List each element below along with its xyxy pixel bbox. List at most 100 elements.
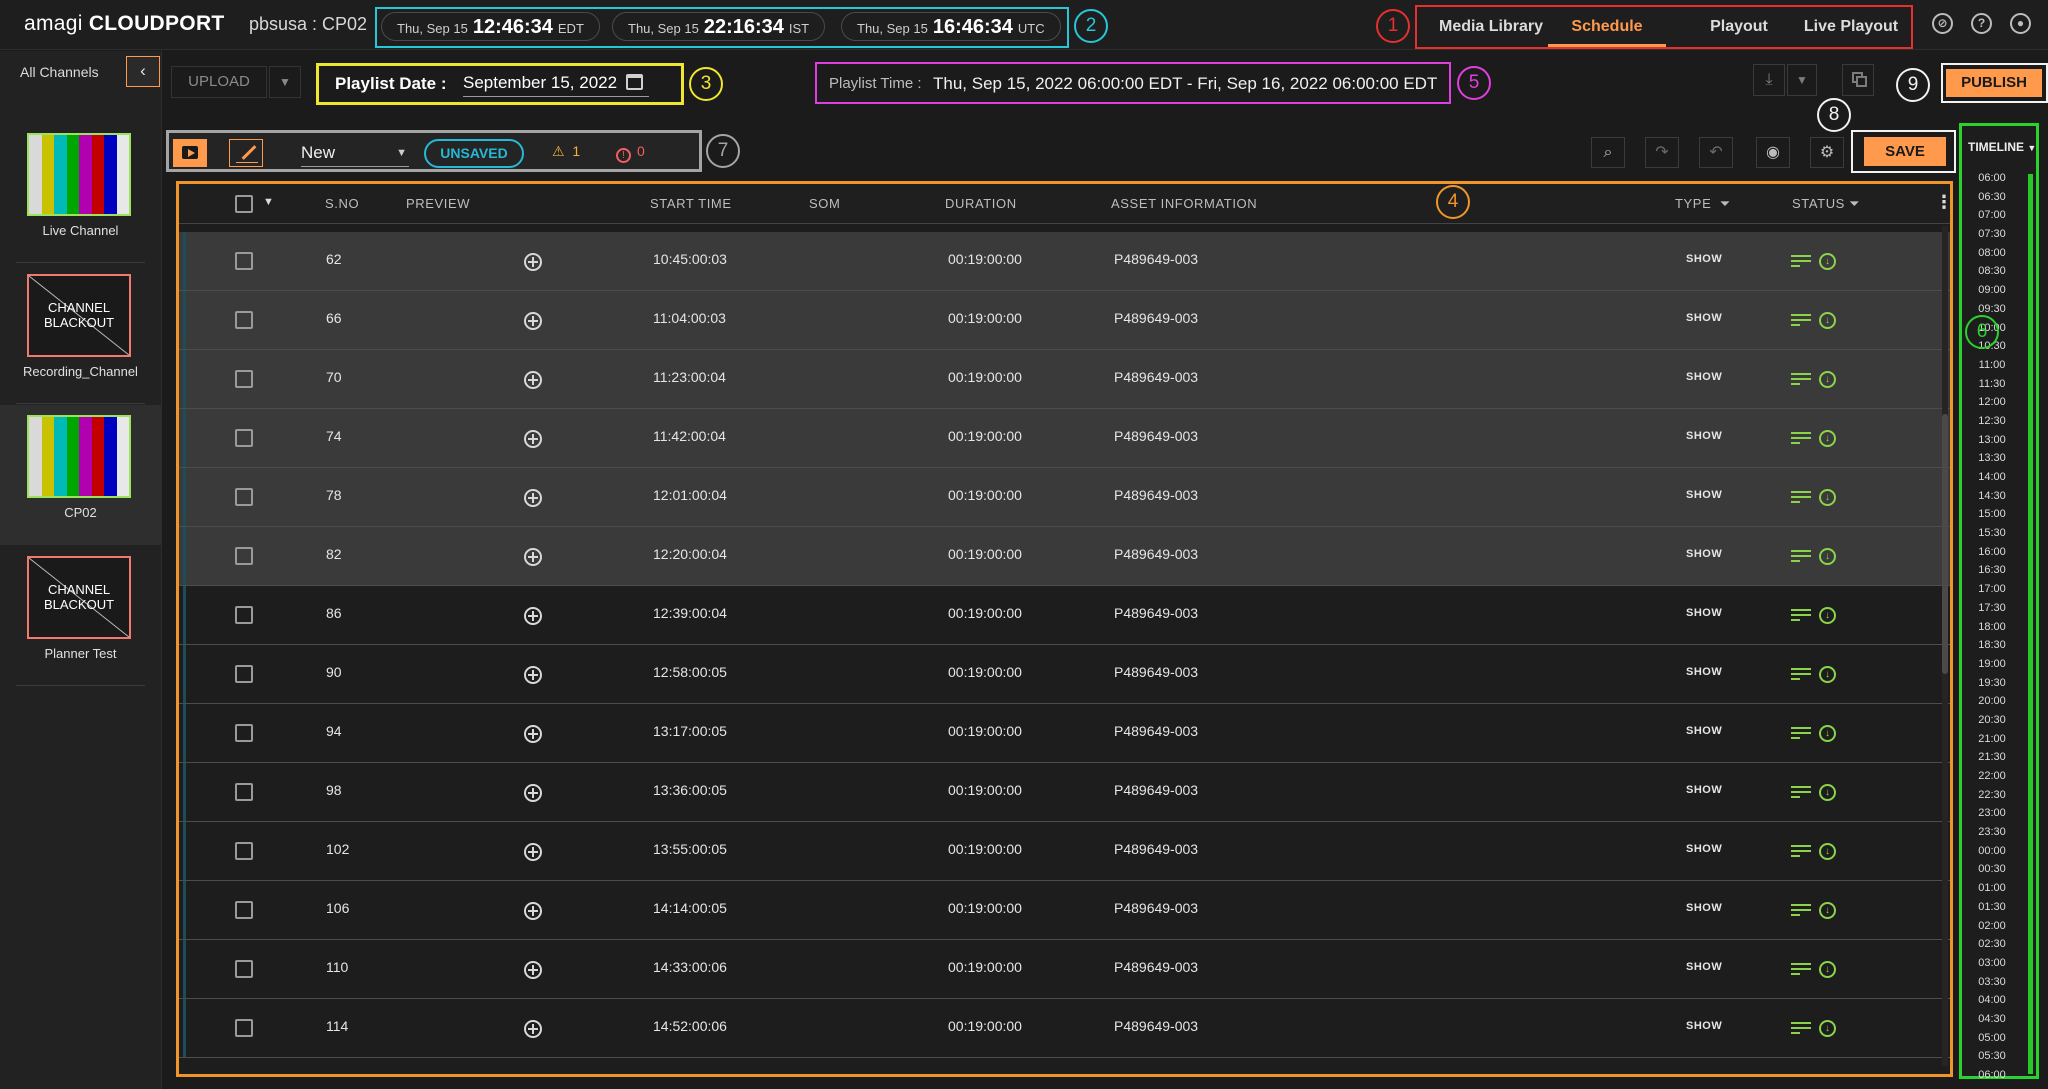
add-icon[interactable] [524, 843, 542, 861]
timeline-tick[interactable]: 16:30 [1962, 561, 2022, 580]
timeline-tick[interactable]: 13:30 [1962, 449, 2022, 468]
upload-dropdown-button[interactable]: ▼ [269, 66, 301, 98]
playlist-status-icon[interactable] [1791, 314, 1811, 328]
timeline-tick[interactable]: 22:00 [1962, 767, 2022, 786]
row-checkbox[interactable] [235, 488, 253, 506]
undo-button[interactable]: ↶ [1699, 137, 1733, 168]
notifications-off-icon[interactable]: ⊘ [1932, 13, 1953, 34]
account-icon[interactable]: ● [2010, 13, 2031, 34]
table-row[interactable]: 110 14:33:00:06 00:19:00:00 P489649-003 SHOW… [179, 940, 1950, 999]
playlist-status-icon[interactable] [1791, 255, 1811, 269]
calendar-icon[interactable] [626, 74, 643, 90]
row-checkbox[interactable] [235, 311, 253, 329]
row-checkbox[interactable] [235, 842, 253, 860]
timeline-tick[interactable]: 06:30 [1962, 188, 2022, 207]
table-row[interactable]: 82 12:20:00:04 00:19:00:00 P489649-003 SHOW ↓ [179, 527, 1950, 586]
timeline-tick[interactable]: 02:00 [1962, 917, 2022, 936]
timeline-tick[interactable]: 11:30 [1962, 375, 2022, 394]
downloaded-status-icon[interactable]: ↓ [1819, 607, 1836, 624]
timeline-tick[interactable]: 06:00 [1962, 169, 2022, 188]
app-logo[interactable]: amagi CLOUDPORT [24, 12, 225, 36]
playlist-status-icon[interactable] [1791, 904, 1811, 918]
playlist-status-icon[interactable] [1791, 845, 1811, 859]
table-row[interactable]: 94 13:17:00:05 00:19:00:00 P489649-003 SHOW ↓ [179, 704, 1950, 763]
timeline-title[interactable]: TIMELINE ▼ [1968, 140, 2036, 154]
timeline-tick[interactable]: 12:00 [1962, 393, 2022, 412]
playlist-status-icon[interactable] [1791, 609, 1811, 623]
add-icon[interactable] [524, 371, 542, 389]
add-icon[interactable] [524, 1020, 542, 1038]
row-checkbox[interactable] [235, 1019, 253, 1037]
add-icon[interactable] [524, 902, 542, 920]
timeline-tick[interactable]: 19:00 [1962, 655, 2022, 674]
timeline-tick[interactable]: 14:00 [1962, 468, 2022, 487]
timeline-tick[interactable]: 03:30 [1962, 973, 2022, 992]
table-row[interactable]: 114 14:52:00:06 00:19:00:00 P489649-003 SHOW… [179, 999, 1950, 1058]
channel-item-recording-channel[interactable]: CHANNEL BLACKOUT Recording_Channel [0, 264, 161, 404]
publish-button[interactable]: PUBLISH [1946, 69, 2042, 97]
table-row[interactable]: 74 11:42:00:04 00:19:00:00 P489649-003 SHOW ↓ [179, 409, 1950, 468]
downloaded-status-icon[interactable]: ↓ [1819, 371, 1836, 388]
add-icon[interactable] [524, 607, 542, 625]
col-sno[interactable]: S.NO [325, 196, 359, 211]
downloaded-status-icon[interactable]: ↓ [1819, 725, 1836, 742]
row-checkbox[interactable] [235, 606, 253, 624]
downloaded-status-icon[interactable]: ↓ [1819, 430, 1836, 447]
downloaded-status-icon[interactable]: ↓ [1819, 666, 1836, 683]
playlist-status-icon[interactable] [1791, 1022, 1811, 1036]
table-row[interactable]: 66 11:04:00:03 00:19:00:00 P489649-003 SHOW ↓ [179, 291, 1950, 350]
timeline-tick[interactable]: 22:30 [1962, 786, 2022, 805]
timeline-tick[interactable]: 01:00 [1962, 879, 2022, 898]
timeline-tick[interactable]: 16:00 [1962, 543, 2022, 562]
add-icon[interactable] [524, 489, 542, 507]
downloaded-status-icon[interactable]: ↓ [1819, 902, 1836, 919]
help-icon[interactable]: ? [1971, 13, 1992, 34]
col-status[interactable]: STATUS ⏷ [1792, 196, 1860, 212]
copy-icon[interactable] [1842, 64, 1874, 96]
timeline-tick[interactable]: 03:00 [1962, 954, 2022, 973]
table-row[interactable]: 86 12:39:00:04 00:19:00:00 P489649-003 SHOW ↓ [179, 586, 1950, 645]
timeline-tick[interactable]: 14:30 [1962, 487, 2022, 506]
filter-icon[interactable]: ⏷ [1849, 196, 1860, 211]
redo-button[interactable]: ↷ [1645, 137, 1679, 168]
timeline-tick[interactable]: 08:30 [1962, 262, 2022, 281]
edit-mode-button[interactable] [229, 139, 263, 167]
timeline-tick[interactable]: 19:30 [1962, 674, 2022, 693]
timeline-tick[interactable]: 04:00 [1962, 991, 2022, 1010]
channel-item-live-channel[interactable]: Live Channel [0, 123, 161, 263]
row-checkbox[interactable] [235, 960, 253, 978]
add-icon[interactable] [524, 961, 542, 979]
channel-item-planner-test[interactable]: CHANNEL BLACKOUT Planner Test [0, 546, 161, 686]
download-dropdown-button[interactable]: ▼ [1787, 64, 1817, 96]
playlist-status-icon[interactable] [1791, 668, 1811, 682]
table-row[interactable]: 90 12:58:00:05 00:19:00:00 P489649-003 SHOW ↓ [179, 645, 1950, 704]
downloaded-status-icon[interactable]: ↓ [1819, 784, 1836, 801]
timeline-tick[interactable]: 04:30 [1962, 1010, 2022, 1029]
select-menu-chevron-icon[interactable]: ▼ [263, 196, 274, 208]
add-icon[interactable] [524, 725, 542, 743]
table-row[interactable]: 106 14:14:00:05 00:19:00:00 P489649-003 SHOW… [179, 881, 1950, 940]
table-row[interactable]: 78 12:01:00:04 00:19:00:00 P489649-003 SHOW ↓ [179, 468, 1950, 527]
downloaded-status-icon[interactable]: ↓ [1819, 312, 1836, 329]
play-mode-button[interactable] [173, 139, 207, 167]
timeline-tick[interactable]: 13:00 [1962, 431, 2022, 450]
timeline-tick[interactable]: 15:30 [1962, 524, 2022, 543]
table-row[interactable]: 70 11:23:00:04 00:19:00:00 P489649-003 SHOW ↓ [179, 350, 1950, 409]
timeline-tick[interactable]: 17:00 [1962, 580, 2022, 599]
timeline-tick[interactable]: 09:00 [1962, 281, 2022, 300]
timeline-tick[interactable]: 09:30 [1962, 300, 2022, 319]
downloaded-status-icon[interactable]: ↓ [1819, 253, 1836, 270]
add-icon[interactable] [524, 253, 542, 271]
channel-item-cp02[interactable]: CP02 [0, 405, 161, 545]
column-menu-icon[interactable]: ⋮ [1935, 192, 1950, 213]
add-icon[interactable] [524, 666, 542, 684]
add-icon[interactable] [524, 430, 542, 448]
downloaded-status-icon[interactable]: ↓ [1819, 1020, 1836, 1037]
timeline-tick[interactable]: 21:30 [1962, 748, 2022, 767]
filter-icon[interactable]: ⏷ [1720, 196, 1731, 211]
timeline-tick[interactable]: 15:00 [1962, 505, 2022, 524]
search-button[interactable]: ⌕ [1591, 137, 1625, 168]
save-button[interactable]: SAVE [1864, 137, 1946, 166]
row-checkbox[interactable] [235, 429, 253, 447]
timeline-tick[interactable]: 00:30 [1962, 860, 2022, 879]
